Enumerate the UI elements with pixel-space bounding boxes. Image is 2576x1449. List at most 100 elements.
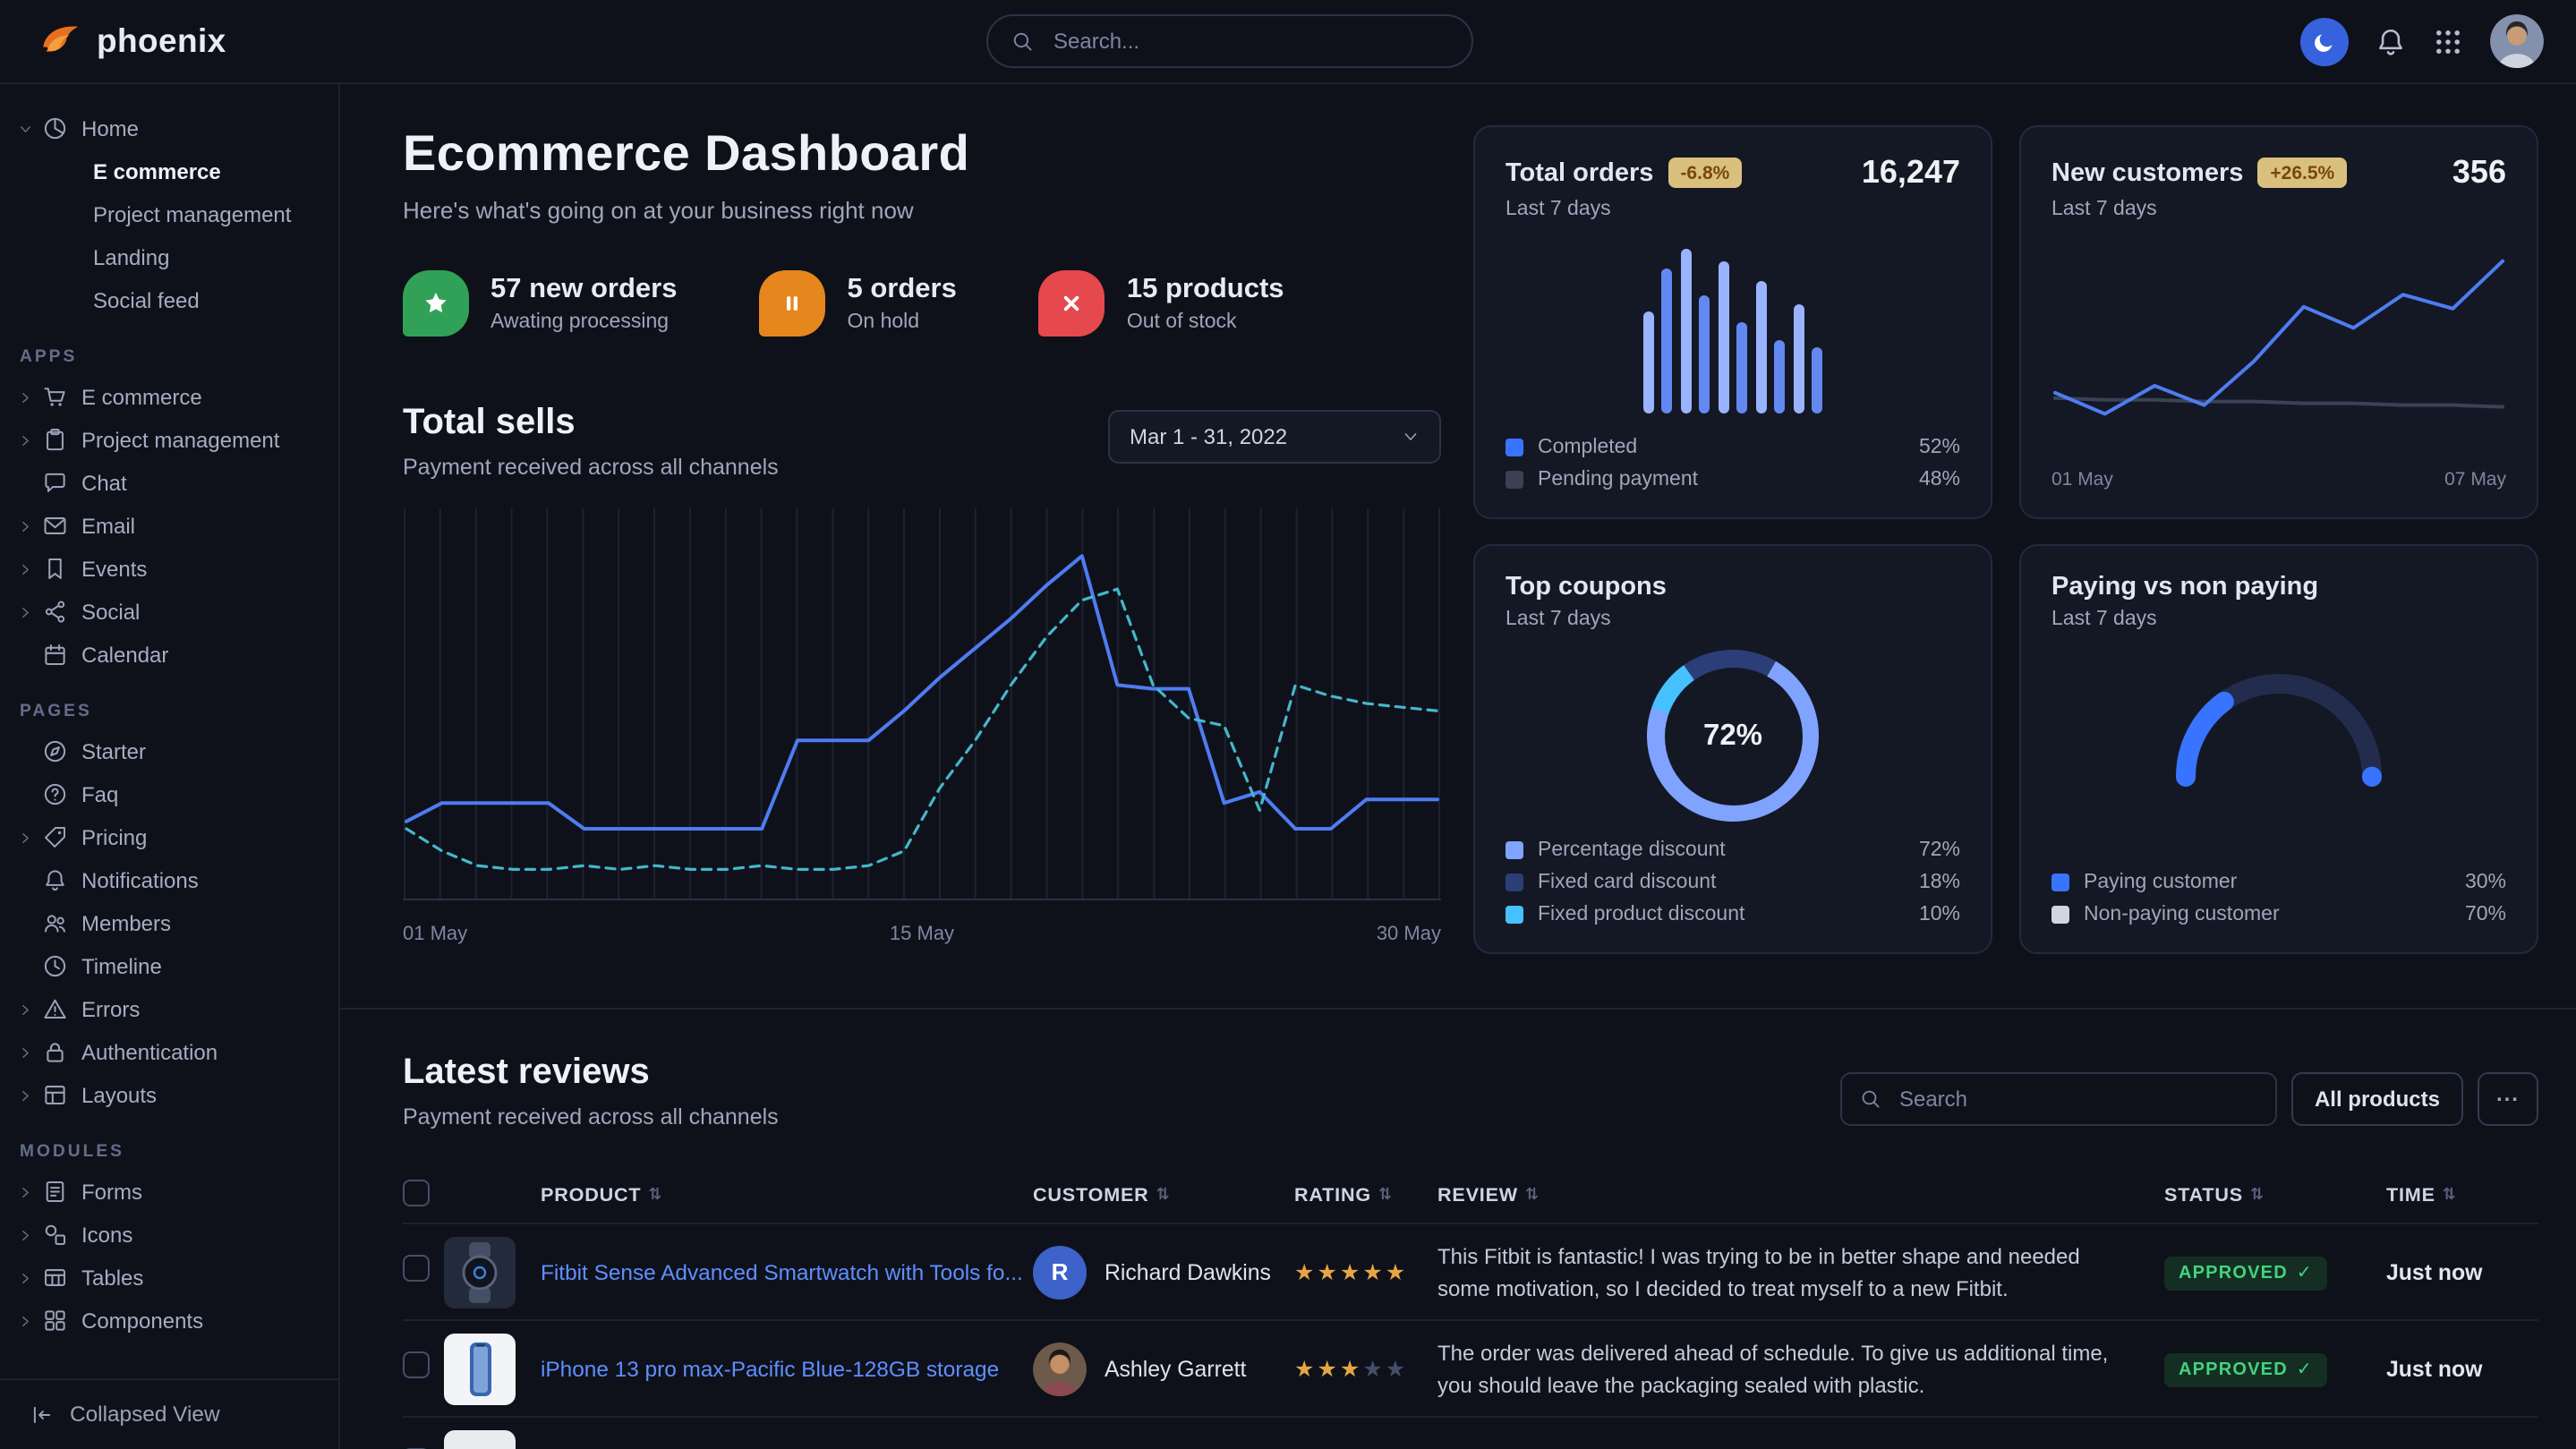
sidebar-item-components[interactable]: Components bbox=[0, 1300, 338, 1342]
sidebar-item-starter[interactable]: Starter bbox=[0, 730, 338, 773]
reviews-search[interactable] bbox=[1840, 1072, 2277, 1126]
sidebar-item-label: Chat bbox=[81, 471, 127, 496]
sidebar-item-pricing[interactable]: Pricing bbox=[0, 816, 338, 859]
sidebar-item-label: Social bbox=[81, 600, 140, 625]
sidebar-item-icons[interactable]: Icons bbox=[0, 1214, 338, 1257]
card-value: 16,247 bbox=[1862, 154, 1960, 192]
cart-icon bbox=[43, 386, 67, 410]
table-row: iPhone 13 pro max-Pacific Blue-128GB sto… bbox=[403, 1319, 2538, 1416]
table-row bbox=[403, 1416, 2538, 1449]
search-input[interactable] bbox=[1050, 27, 1448, 55]
sidebar-item-errors[interactable]: Errors bbox=[0, 988, 338, 1031]
sidebar-item-timeline[interactable]: Timeline bbox=[0, 945, 338, 988]
date-range-select[interactable]: Mar 1 - 31, 2022 bbox=[1108, 410, 1441, 464]
pie-chart-icon bbox=[43, 117, 67, 141]
form-icon bbox=[43, 1181, 67, 1205]
sidebar-item-chat[interactable]: Chat bbox=[0, 462, 338, 505]
column-header-time[interactable]: TIME⇅ bbox=[2386, 1185, 2538, 1206]
sidebar-item-email[interactable]: Email bbox=[0, 505, 338, 548]
collapsed-view-toggle[interactable]: Collapsed View bbox=[0, 1377, 338, 1449]
caret bbox=[18, 433, 43, 448]
notifications-button[interactable] bbox=[2376, 26, 2406, 56]
portrait-photo bbox=[2490, 14, 2544, 68]
caret-right-icon bbox=[18, 1088, 33, 1104]
star-icon: ★ bbox=[1294, 1355, 1317, 1382]
portrait-photo bbox=[1033, 1342, 1087, 1395]
row-checkbox[interactable] bbox=[403, 1351, 430, 1377]
caret-right-icon bbox=[18, 1002, 33, 1018]
column-header-status[interactable]: STATUS⇅ bbox=[2164, 1185, 2386, 1206]
card-period: Last 7 days bbox=[2051, 609, 2506, 630]
legend-value: 30% bbox=[2465, 872, 2506, 893]
total-orders-card: Total orders -6.8% 16,247 Last 7 days Co… bbox=[1473, 125, 1992, 519]
brand[interactable]: phoenix bbox=[36, 18, 226, 64]
row-checkbox[interactable] bbox=[403, 1254, 430, 1281]
new-customers-x-axis: 01 May 07 May bbox=[2051, 469, 2506, 490]
sidebar-item-calendar[interactable]: Calendar bbox=[0, 634, 338, 677]
sidebar-section-pages: PAGES bbox=[20, 702, 338, 721]
orders-legend: Completed52%Pending payment48% bbox=[1506, 437, 1960, 490]
product-link[interactable]: iPhone 13 pro max-Pacific Blue-128GB sto… bbox=[541, 1356, 1033, 1381]
sidebar-item-home[interactable]: Home bbox=[0, 107, 338, 150]
global-search[interactable] bbox=[986, 14, 1473, 68]
column-header-review[interactable]: REVIEW⇅ bbox=[1437, 1185, 2164, 1206]
apps-grid-button[interactable] bbox=[2433, 26, 2463, 56]
legend-row: Percentage discount72% bbox=[1506, 840, 1960, 861]
new-customers-card: New customers +26.5% 356 Last 7 days 01 … bbox=[2019, 125, 2538, 519]
sort-icon: ⇅ bbox=[1156, 1187, 1171, 1205]
sidebar-item-layouts[interactable]: Layouts bbox=[0, 1074, 338, 1117]
axis-label: 15 May bbox=[890, 924, 954, 945]
theme-toggle-button[interactable] bbox=[2300, 17, 2349, 65]
column-header-product[interactable]: PRODUCT⇅ bbox=[541, 1185, 1033, 1206]
user-avatar[interactable] bbox=[2490, 14, 2544, 68]
legend-row: Pending payment48% bbox=[1506, 469, 1960, 490]
sidebar-item-label: Errors bbox=[81, 997, 140, 1022]
stat-value: 5 orders bbox=[848, 274, 957, 306]
sidebar-item-authentication[interactable]: Authentication bbox=[0, 1031, 338, 1074]
legend-label: Paying customer bbox=[2084, 872, 2237, 893]
star-icon: ★ bbox=[1386, 1258, 1408, 1285]
order-bar bbox=[1662, 268, 1673, 413]
legend-swatch bbox=[1506, 439, 1523, 456]
star-icon: ★ bbox=[1294, 1258, 1317, 1285]
column-header-rating[interactable]: RATING⇅ bbox=[1294, 1185, 1437, 1206]
sidebar-item-project-management[interactable]: Project management bbox=[0, 419, 338, 462]
sidebar-item-events[interactable]: Events bbox=[0, 548, 338, 591]
product-link[interactable]: Fitbit Sense Advanced Smartwatch with To… bbox=[541, 1259, 1033, 1284]
more-options-button[interactable]: ... bbox=[2478, 1072, 2538, 1126]
sidebar-item-e-commerce[interactable]: E commerce bbox=[0, 376, 338, 419]
paying-legend: Paying customer30%Non-paying customer70% bbox=[2051, 872, 2506, 925]
caret bbox=[18, 1002, 43, 1018]
sidebar-item-social[interactable]: Social bbox=[0, 591, 338, 634]
column-header-customer[interactable]: CUSTOMER⇅ bbox=[1033, 1185, 1294, 1206]
sidebar-section-modules: MODULES bbox=[20, 1142, 338, 1162]
sidebar-item-forms[interactable]: Forms bbox=[0, 1171, 338, 1214]
customer-avatar: R bbox=[1033, 1245, 1087, 1299]
axis-label: 01 May bbox=[2051, 469, 2113, 490]
review-time: Just now bbox=[2386, 1259, 2538, 1284]
sidebar-item-label: Email bbox=[81, 514, 135, 539]
sidebar-item-notifications[interactable]: Notifications bbox=[0, 859, 338, 902]
caret bbox=[18, 1314, 43, 1329]
sidebar-item-members[interactable]: Members bbox=[0, 902, 338, 945]
sidebar-item-faq[interactable]: Faq bbox=[0, 773, 338, 816]
sidebar-item-e-commerce[interactable]: E commerce bbox=[0, 150, 338, 193]
page-title: Ecommerce Dashboard bbox=[403, 125, 1441, 183]
caret bbox=[18, 831, 43, 846]
card-title: New customers bbox=[2051, 158, 2243, 187]
reviews-table: PRODUCT⇅CUSTOMER⇅RATING⇅REVIEW⇅STATUS⇅TI… bbox=[403, 1169, 2538, 1449]
select-all-checkbox[interactable] bbox=[403, 1180, 430, 1206]
all-products-button[interactable]: All products bbox=[2291, 1072, 2463, 1126]
sidebar-item-project-management[interactable]: Project management bbox=[0, 193, 338, 236]
sidebar-item-label: Forms bbox=[81, 1180, 142, 1205]
reviews-search-input[interactable] bbox=[1896, 1085, 2257, 1113]
sidebar-item-tables[interactable]: Tables bbox=[0, 1257, 338, 1300]
legend-swatch bbox=[1506, 841, 1523, 859]
phoenix-logo-icon bbox=[36, 18, 82, 64]
star-icon bbox=[422, 290, 449, 317]
phone-image bbox=[444, 1333, 516, 1404]
sidebar-item-social-feed[interactable]: Social feed bbox=[0, 279, 338, 322]
caret bbox=[18, 519, 43, 534]
sidebar-item-landing[interactable]: Landing bbox=[0, 236, 338, 279]
table-header-row: PRODUCT⇅CUSTOMER⇅RATING⇅REVIEW⇅STATUS⇅TI… bbox=[403, 1169, 2538, 1223]
